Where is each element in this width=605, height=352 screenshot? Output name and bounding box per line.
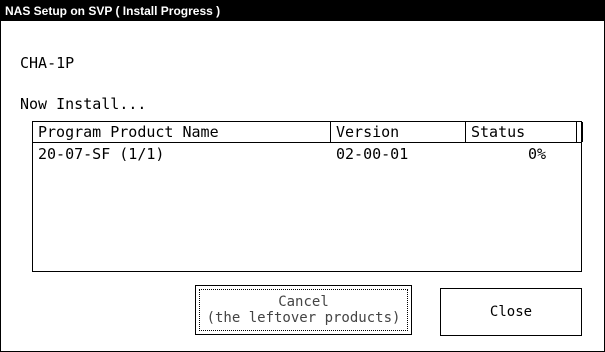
cancel-button[interactable]: Cancel (the leftover products) [195, 285, 412, 335]
install-status-text: Now Install... [20, 95, 147, 113]
product-table: Program Product Name Version Status 20-0… [32, 121, 583, 272]
column-header-end [577, 122, 583, 142]
column-header-version[interactable]: Version [331, 122, 466, 142]
cancel-button-label: Cancel (the leftover products) [207, 294, 401, 326]
close-button-label: Close [489, 304, 533, 320]
close-button[interactable]: Close [440, 288, 582, 336]
cancel-button-label-line1: Cancel [278, 294, 329, 310]
cancel-button-label-line2: (the leftover products) [206, 310, 401, 326]
column-header-status[interactable]: Status [466, 122, 577, 142]
cell-version: 02-00-01 [336, 145, 409, 163]
cell-product-name: 20-07-SF (1/1) [38, 145, 165, 163]
column-header-product-name[interactable]: Program Product Name [33, 122, 331, 142]
window-title: NAS Setup on SVP ( Install Progress ) [1, 1, 604, 21]
table-row[interactable]: 20-07-SF (1/1) 02-00-01 0% [33, 144, 581, 164]
device-label: CHA-1P [20, 54, 75, 72]
table-header: Program Product Name Version Status [33, 122, 583, 143]
install-progress-window: NAS Setup on SVP ( Install Progress ) CH… [0, 0, 605, 352]
cell-status: 0% [527, 145, 546, 163]
